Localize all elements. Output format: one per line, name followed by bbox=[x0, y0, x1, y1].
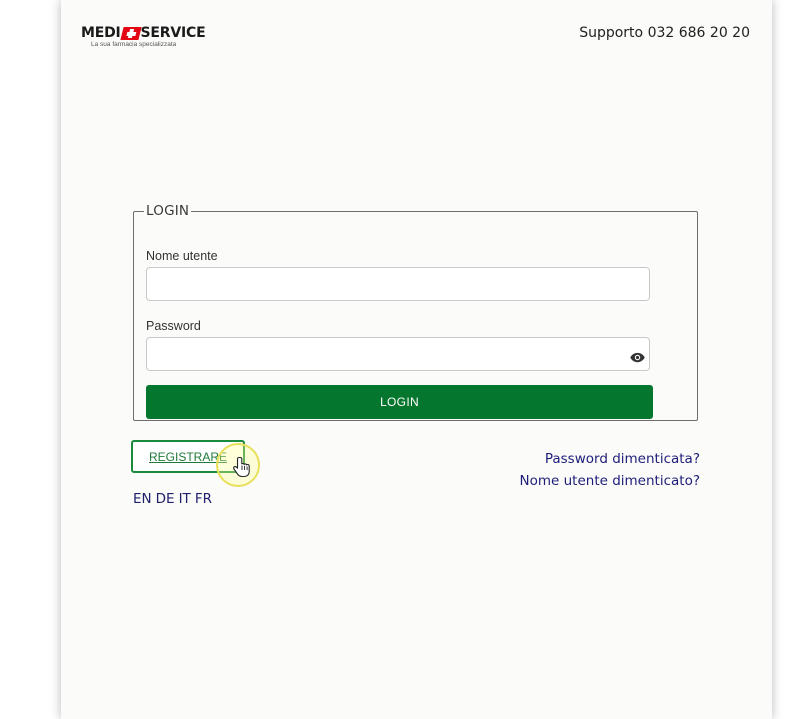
username-input[interactable] bbox=[146, 267, 650, 301]
login-legend: LOGIN bbox=[146, 203, 190, 219]
register-button[interactable]: REGISTRARE bbox=[131, 440, 245, 473]
logo-tagline: La sua farmacia specializzata bbox=[91, 41, 177, 48]
language-it[interactable]: IT bbox=[179, 491, 191, 507]
logo-wordmark: MEDI SERVICE bbox=[81, 25, 211, 41]
language-de[interactable]: DE bbox=[156, 491, 175, 507]
logo-brand-left: MEDI bbox=[81, 25, 121, 41]
username-label: Nome utente bbox=[146, 249, 218, 263]
forgot-password-link[interactable]: Password dimenticata? bbox=[520, 448, 700, 470]
login-fieldset: LOGIN Nome utente Password LOGIN bbox=[133, 203, 698, 421]
password-label: Password bbox=[146, 319, 201, 333]
logo-brand-right: SERVICE bbox=[140, 25, 206, 41]
forgot-username-link[interactable]: Nome utente dimenticato? bbox=[520, 470, 701, 492]
eye-icon[interactable] bbox=[630, 350, 645, 364]
page-container: MEDI SERVICE La sua farmacia specializza… bbox=[61, 0, 772, 719]
medi-service-logo[interactable]: MEDI SERVICE La sua farmacia specializza… bbox=[81, 25, 211, 55]
support-phone: Supporto 032 686 20 20 bbox=[579, 25, 750, 41]
password-input[interactable] bbox=[146, 337, 650, 371]
swiss-cross-icon bbox=[119, 26, 142, 40]
language-fr[interactable]: FR bbox=[195, 491, 212, 507]
forgot-links: Password dimenticata? Nome utente diment… bbox=[520, 448, 701, 492]
language-en[interactable]: EN bbox=[133, 491, 152, 507]
eye-icon-svg bbox=[630, 352, 645, 362]
language-selector: EN DE IT FR bbox=[133, 491, 212, 507]
login-button[interactable]: LOGIN bbox=[146, 385, 653, 419]
